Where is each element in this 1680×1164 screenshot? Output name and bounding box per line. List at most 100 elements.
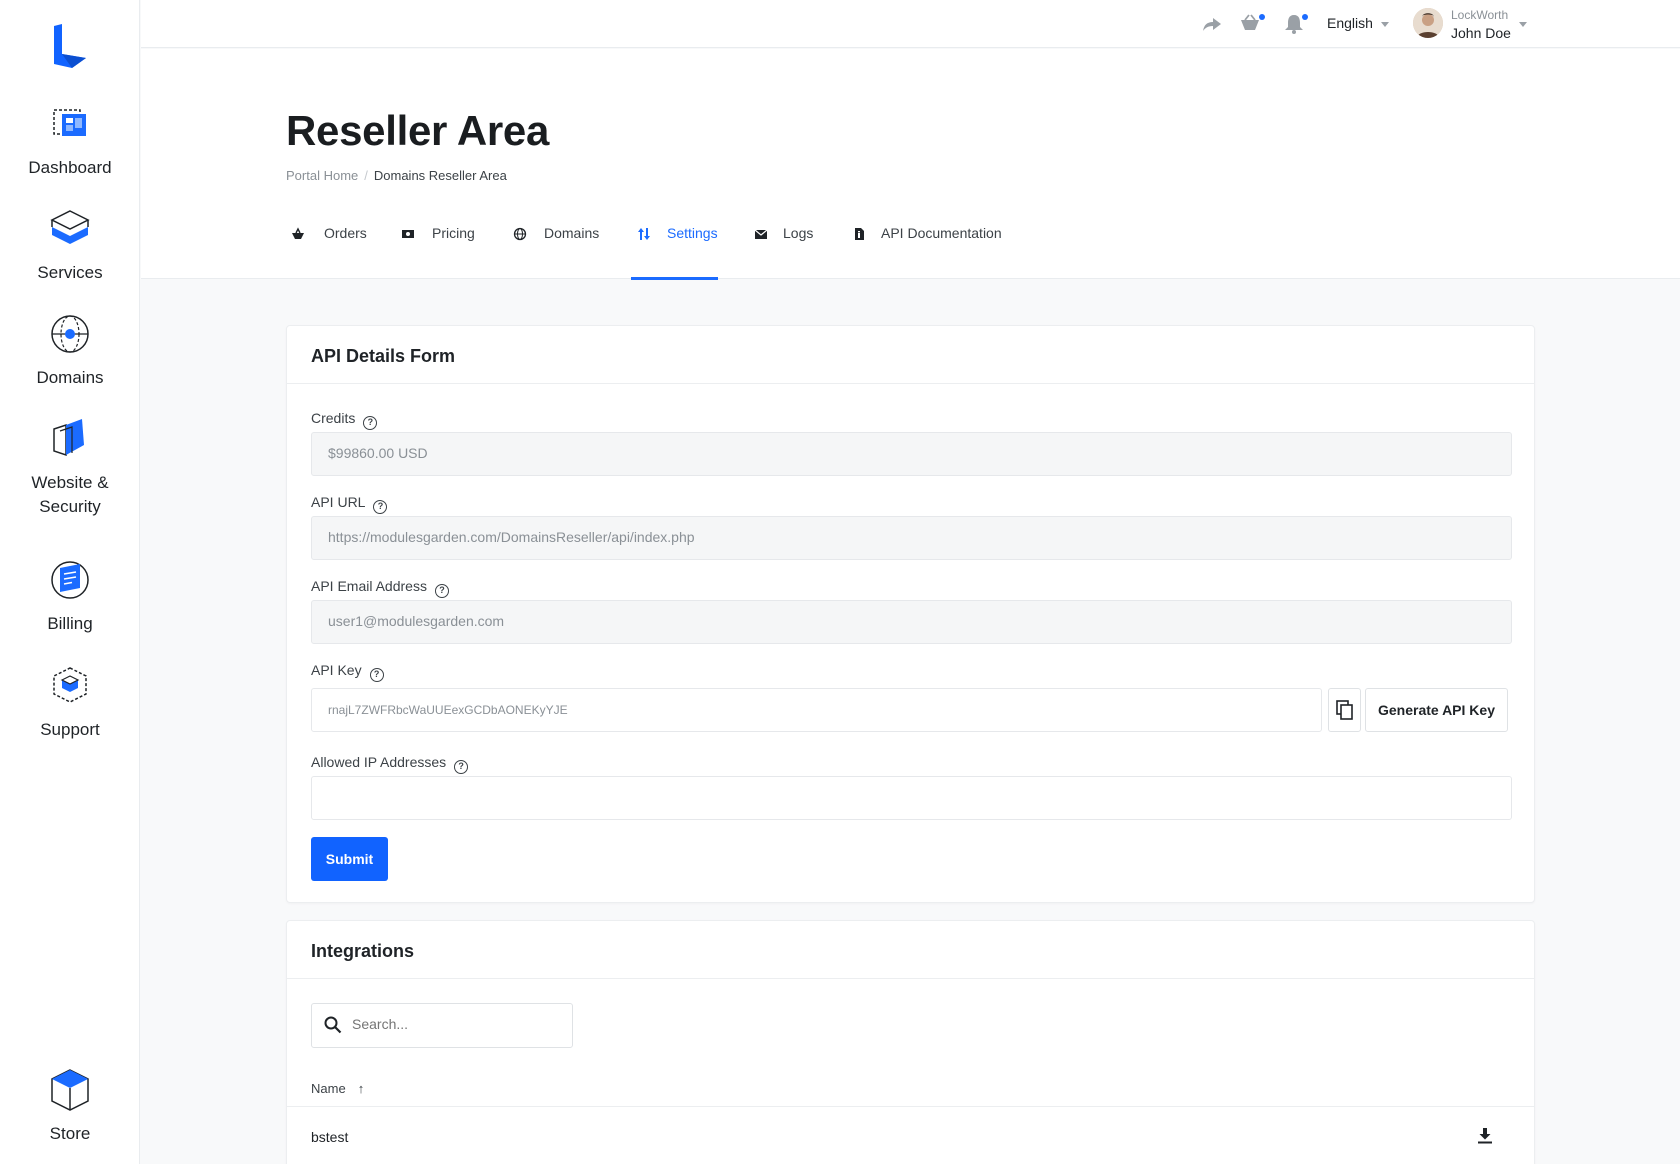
sidebar-item-services[interactable]: Services (0, 205, 140, 285)
sidebar-item-billing[interactable]: Billing (0, 556, 140, 636)
generate-api-key-button[interactable]: Generate API Key (1365, 688, 1508, 732)
divider (287, 978, 1534, 979)
breadcrumb-home[interactable]: Portal Home (286, 168, 358, 183)
company-name: LockWorth (1451, 8, 1509, 22)
help-icon[interactable]: ? (363, 416, 378, 430)
download-icon[interactable] (1476, 1127, 1494, 1145)
search-icon (324, 1016, 342, 1034)
sidebar-item-label: Domains (36, 368, 104, 387)
api-email-field: user1@modulesgarden.com (311, 600, 1512, 644)
basket-icon (292, 227, 304, 239)
sidebar-item-label: Website & (31, 473, 109, 492)
tab-pricing[interactable]: Pricing (401, 217, 481, 280)
api-details-card: API Details Form Credits? $99860.00 USD … (286, 325, 1535, 903)
globe-icon (513, 227, 527, 241)
divider (287, 1106, 1534, 1107)
tab-label: Settings (667, 225, 718, 241)
api-key-label-text: API Key (311, 662, 362, 678)
sidebar-item-website-security[interactable]: Website & Security (0, 415, 140, 519)
user-avatar-icon (1413, 8, 1443, 38)
sidebar-item-dashboard[interactable]: Dashboard (0, 100, 140, 180)
api-url-field: https://modulesgarden.com/DomainsReselle… (311, 516, 1512, 560)
tab-api-documentation[interactable]: API Documentation (852, 217, 1002, 280)
notification-badge-dot (1302, 14, 1308, 20)
integrations-card: Integrations Name ↑ bstest (286, 920, 1535, 1164)
chevron-down-icon (1381, 22, 1389, 27)
help-icon[interactable]: ? (434, 584, 449, 598)
tab-label: Logs (783, 225, 814, 241)
column-header-label: Name (311, 1081, 346, 1096)
envelope-icon (754, 229, 768, 239)
tab-logs[interactable]: Logs (754, 217, 820, 280)
language-selector[interactable]: English (1327, 15, 1373, 31)
dashboard-icon (53, 109, 86, 136)
chevron-down-icon[interactable] (1519, 22, 1527, 27)
sidebar-item-label: Security (39, 497, 101, 516)
help-icon[interactable]: ? (369, 668, 384, 682)
help-icon[interactable]: ? (373, 500, 388, 514)
services-icon (50, 210, 90, 244)
avatar[interactable] (1413, 8, 1443, 38)
breadcrumb-separator: / (364, 168, 368, 183)
copy-api-key-button[interactable] (1328, 688, 1361, 732)
sort-up-icon: ↑ (357, 1081, 365, 1096)
sidebar-item-label: Services (37, 263, 103, 282)
document-icon (855, 228, 864, 240)
sidebar-item-domains[interactable]: Domains (0, 310, 140, 390)
submit-button[interactable]: Submit (311, 837, 388, 881)
help-icon[interactable]: ? (454, 760, 469, 774)
sidebar-item-label: Support (40, 720, 100, 739)
api-url-label-text: API URL (311, 494, 366, 510)
share-icon[interactable] (1201, 14, 1223, 34)
sidebar: Dashboard Services Domains Website & Sec… (0, 0, 140, 1164)
integrations-search[interactable] (311, 1003, 573, 1048)
search-input[interactable] (352, 1016, 562, 1032)
breadcrumb-current: Domains Reseller Area (373, 168, 507, 183)
allowed-ip-label-text: Allowed IP Addresses (311, 754, 447, 770)
copy-icon (1335, 700, 1353, 720)
sort-arrows-icon (638, 228, 650, 240)
divider (287, 383, 1534, 384)
globe-icon (51, 315, 89, 353)
sidebar-item-store[interactable]: Store (0, 1066, 140, 1146)
breadcrumb: Portal Home / Domains Reseller Area (286, 168, 507, 183)
sidebar-item-label: Billing (47, 614, 93, 633)
tab-settings[interactable]: Settings (631, 217, 718, 280)
cart-badge-dot (1259, 14, 1265, 20)
api-url-label: API URL? (311, 494, 388, 514)
credits-label-text: Credits (311, 410, 356, 426)
table-row: bstest (311, 1129, 348, 1145)
money-icon (402, 230, 414, 238)
tab-label: API Documentation (881, 225, 1002, 241)
page-header: Reseller Area Portal Home / Domains Resell… (141, 49, 1680, 280)
credits-label: Credits? (311, 410, 378, 430)
billing-icon (51, 561, 89, 599)
allowed-ip-field[interactable] (311, 776, 1512, 820)
card-title: Integrations (311, 941, 415, 961)
allowed-ip-label: Allowed IP Addresses? (311, 754, 469, 774)
tab-domains[interactable]: Domains (513, 217, 603, 280)
user-name[interactable]: John Doe (1451, 25, 1511, 41)
tab-label: Domains (544, 225, 600, 241)
sidebar-item-support[interactable]: Support (0, 662, 140, 742)
tab-orders[interactable]: Orders (291, 217, 367, 280)
support-icon (53, 667, 87, 703)
shield-book-icon (53, 419, 84, 457)
sidebar-item-label: Store (49, 1124, 91, 1143)
api-key-field[interactable]: rnajL7ZWFRbcWaUUEexGCDbAONEKyYJE (311, 688, 1322, 732)
tab-label: Pricing (432, 225, 475, 241)
brand-logo[interactable] (50, 24, 90, 68)
api-email-label-text: API Email Address (311, 578, 427, 594)
cart-icon[interactable] (1239, 14, 1261, 34)
column-header-name[interactable]: Name ↑ (311, 1081, 364, 1096)
integration-name: bstest (311, 1129, 349, 1145)
card-title: API Details Form (311, 346, 456, 366)
page-title: Reseller Area (286, 107, 550, 154)
credits-field: $99860.00 USD (311, 432, 1512, 476)
topbar: English LockWorth John Doe (141, 0, 1680, 48)
sidebar-item-label: Dashboard (28, 158, 112, 177)
store-cube-icon (51, 1069, 89, 1111)
api-email-label: API Email Address? (311, 578, 449, 598)
api-key-label: API Key? (311, 662, 384, 682)
tab-label: Orders (324, 225, 367, 241)
